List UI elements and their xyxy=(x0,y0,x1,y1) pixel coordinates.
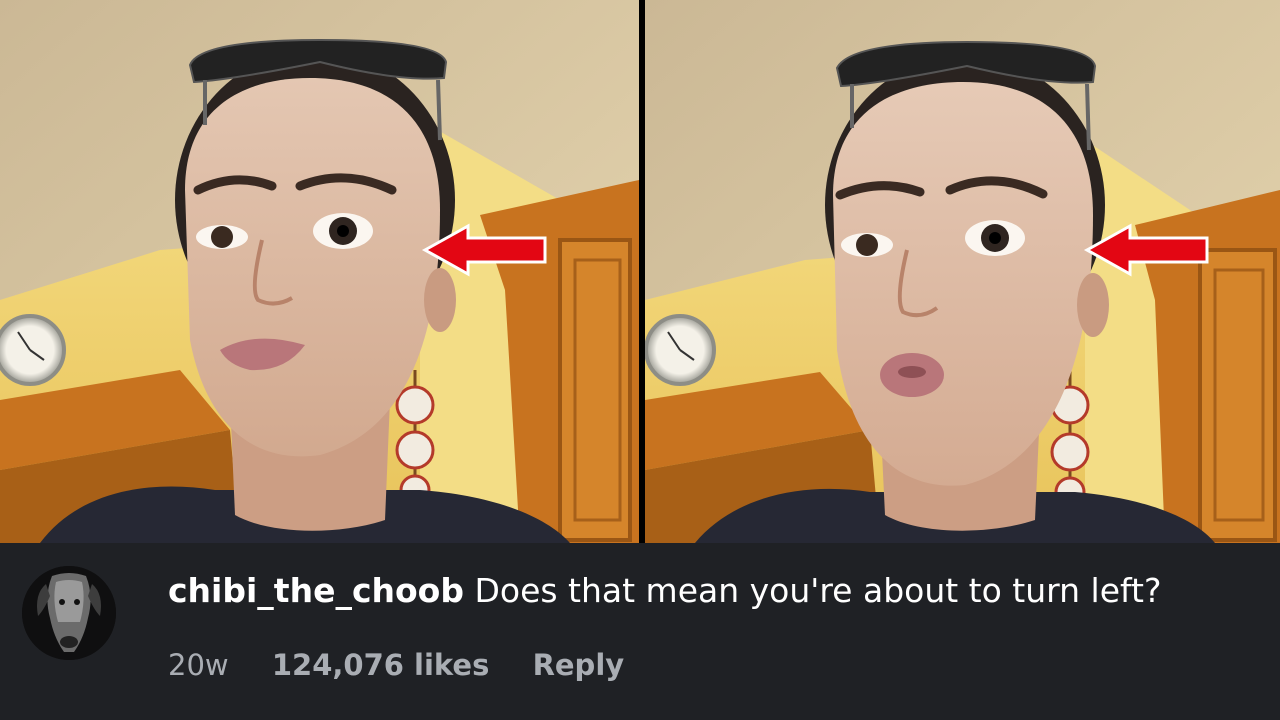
comment-text-line: chibi_the_choob Does that mean you're ab… xyxy=(168,571,1162,610)
wall-clock-icon xyxy=(645,314,716,386)
right-video-frame[interactable] xyxy=(645,0,1280,543)
dog-avatar-icon[interactable] xyxy=(22,566,116,660)
reply-button[interactable]: Reply xyxy=(533,648,625,682)
comment-meta: 20w 124,076 likes Reply xyxy=(168,648,658,682)
comment-likes[interactable]: 124,076 likes xyxy=(272,648,490,682)
right-frame-scene xyxy=(645,0,1280,543)
comment-bar: chibi_the_choob Does that mean you're ab… xyxy=(0,543,1280,720)
screen: chibi_the_choob Does that mean you're ab… xyxy=(0,0,1280,720)
comment-age: 20w xyxy=(168,648,229,682)
left-video-frame[interactable] xyxy=(0,0,639,543)
comment-body: Does that mean you're about to turn left… xyxy=(474,571,1162,610)
comment-username[interactable]: chibi_the_choob xyxy=(168,571,464,610)
wall-clock-icon xyxy=(0,314,66,386)
video-comparison xyxy=(0,0,1280,543)
left-frame-scene xyxy=(0,0,639,543)
